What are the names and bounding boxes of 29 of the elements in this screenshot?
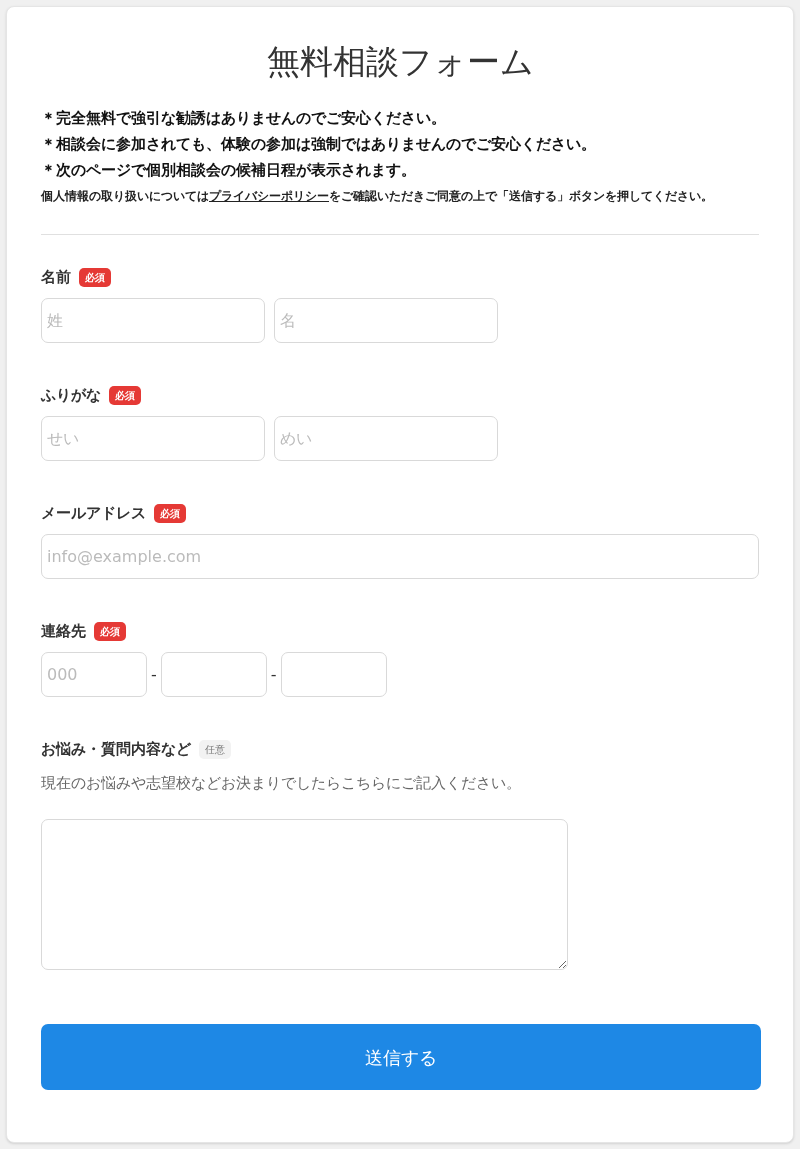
field-label: お悩み・質問内容など (41, 738, 191, 760)
optional-badge: 任意 (199, 739, 231, 759)
required-badge: 必須 (94, 621, 126, 641)
field-label: メールアドレス (41, 502, 146, 524)
message-textarea[interactable] (41, 819, 568, 970)
input-field[interactable]: 名 (274, 298, 498, 343)
submit-button[interactable]: 送信する (41, 1024, 761, 1090)
input-field[interactable]: せい (41, 416, 265, 461)
input-field[interactable] (160, 652, 267, 697)
separator-text: - (270, 663, 277, 686)
input-field[interactable]: info@example.com (41, 534, 759, 579)
field-description: 現在のお悩みや志望校などお決まりでしたらこちらにご記入ください。 (41, 773, 522, 794)
field-label: 名前 (41, 266, 71, 288)
privacy-text: 個人情報の取り扱いについてはプライバシーポリシーをご確認いただきご同意の上で「送信する」ボタンを押してください。 (41, 188, 714, 205)
notice-text: ＊次のページで個別相談会の候補日程が表示されます。 (41, 160, 417, 181)
required-badge: 必須 (79, 267, 111, 287)
required-badge: 必須 (109, 385, 141, 405)
separator-text: - (151, 663, 157, 686)
input-field[interactable]: めい (274, 416, 498, 461)
input-field[interactable] (280, 652, 387, 697)
notice-text: ＊相談会に参加されても、体験の参加は強制ではありませんのでご安心ください。 (41, 134, 597, 155)
form-title: 無料相談フォーム (265, 41, 535, 83)
privacy-policy-link[interactable]: プライバシーポリシー (209, 189, 329, 203)
required-badge: 必須 (154, 503, 186, 523)
field-label: 連絡先 (41, 620, 86, 642)
notice-text: ＊完全無料で強引な勧誘はありませんのでご安心ください。 (41, 108, 447, 129)
input-field[interactable]: 000 (41, 652, 147, 697)
input-field[interactable]: 姓 (41, 298, 265, 343)
field-label: ふりがな (41, 384, 101, 406)
